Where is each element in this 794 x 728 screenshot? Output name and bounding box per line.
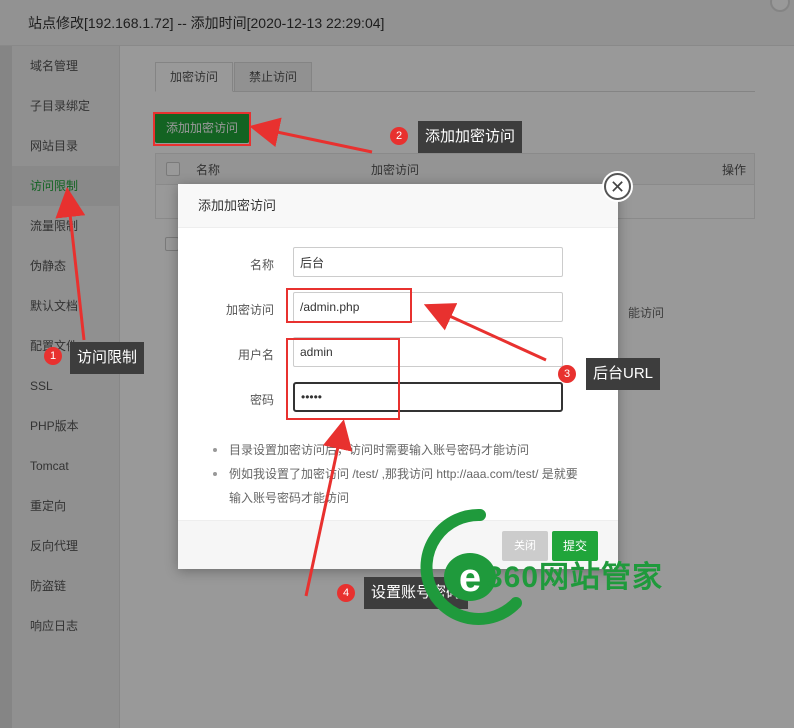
step-2-callout: 添加加密访问: [418, 121, 523, 153]
step-2-badge: 2: [390, 127, 408, 145]
svg-text:e: e: [459, 556, 481, 600]
dialog-close-icon[interactable]: ✕: [604, 173, 631, 200]
step-3-callout: 后台URL: [586, 358, 661, 390]
arrow-4: [304, 419, 353, 597]
step-1-badge: 1: [44, 347, 62, 365]
arrow-1: [55, 187, 86, 341]
step-1-callout: 访问限制: [70, 342, 145, 374]
step-3-badge: 3: [558, 365, 576, 383]
arrow-2: [249, 117, 373, 154]
arrow-3: [423, 303, 547, 362]
watermark-text: 360网站管家: [486, 561, 664, 594]
step-4-badge: 4: [337, 584, 355, 602]
